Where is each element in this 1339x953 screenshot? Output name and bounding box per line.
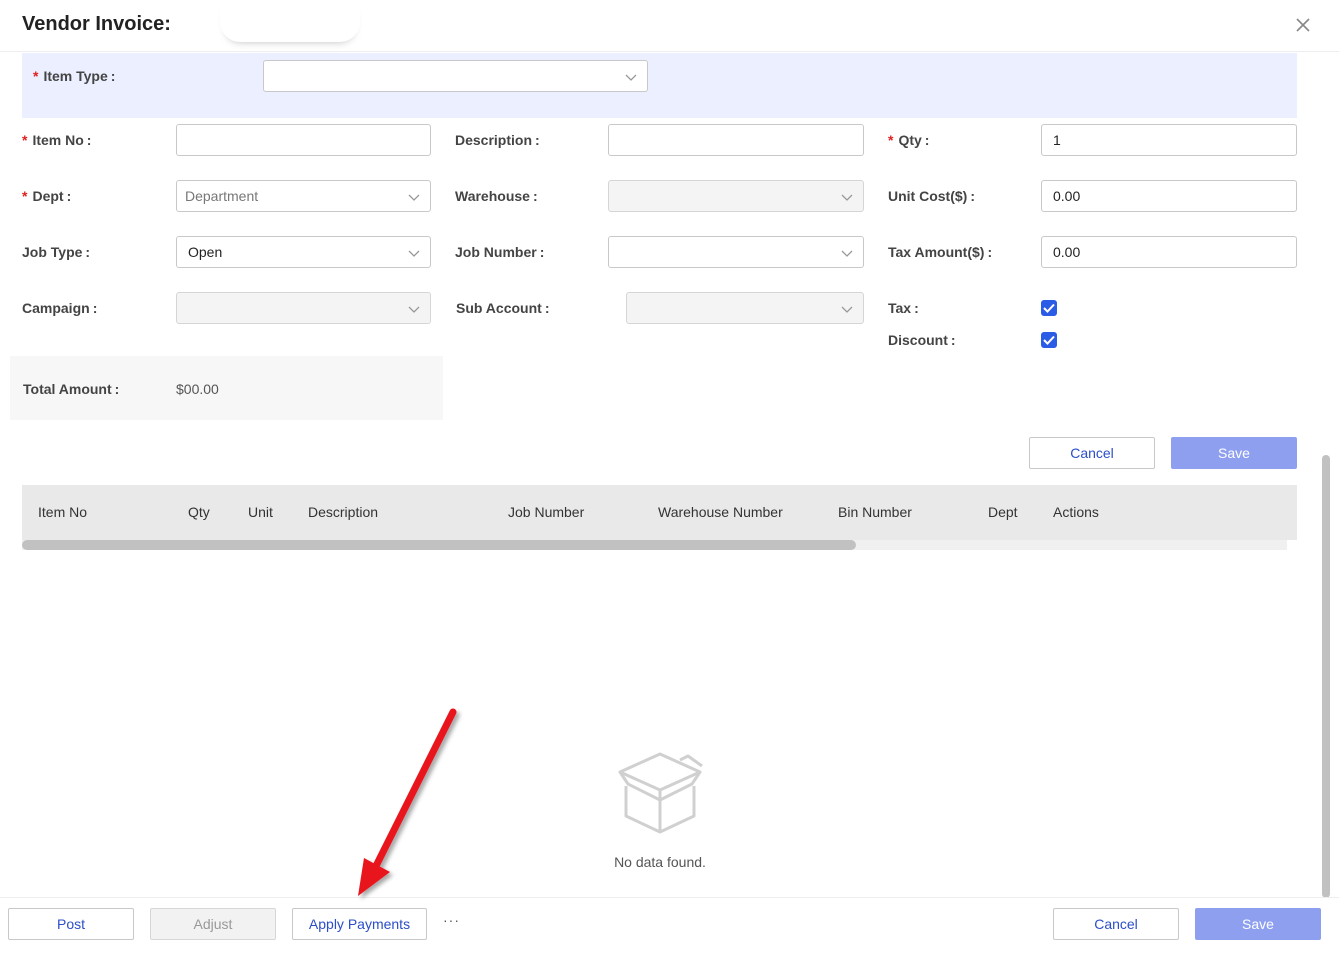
close-icon[interactable] bbox=[1292, 14, 1314, 36]
item-type-section bbox=[22, 53, 1297, 118]
campaign-label: Campaign: bbox=[22, 300, 98, 316]
chevron-down-icon bbox=[408, 250, 420, 257]
column-header[interactable]: Job Number bbox=[508, 504, 584, 520]
column-header[interactable]: Warehouse Number bbox=[658, 504, 783, 520]
tax-amount-label: Tax Amount($): bbox=[888, 244, 993, 260]
total-amount-value: $00.00 bbox=[176, 381, 219, 397]
tab-shadow bbox=[220, 0, 360, 42]
empty-box-icon bbox=[618, 752, 703, 834]
column-header[interactable]: Actions bbox=[1053, 504, 1099, 520]
qty-input[interactable]: 1 bbox=[1041, 124, 1297, 156]
unit-cost-label: Unit Cost($): bbox=[888, 188, 975, 204]
total-amount-label: Total Amount: bbox=[23, 381, 120, 397]
horizontal-scrollbar-thumb[interactable] bbox=[22, 540, 856, 550]
description-label: Description: bbox=[455, 132, 540, 148]
job-number-label: Job Number: bbox=[455, 244, 545, 260]
items-table-header: Item No Qty Unit Description Job Number … bbox=[22, 485, 1297, 540]
column-header[interactable]: Bin Number bbox=[838, 504, 912, 520]
item-no-label: * Item No: bbox=[22, 132, 92, 148]
tax-label: Tax: bbox=[888, 300, 919, 316]
qty-label: * Qty: bbox=[888, 132, 930, 148]
check-icon bbox=[1043, 303, 1055, 313]
vertical-scrollbar-thumb[interactable] bbox=[1322, 455, 1330, 898]
chevron-down-icon bbox=[408, 306, 420, 313]
job-number-select[interactable] bbox=[608, 236, 864, 268]
item-save-button[interactable]: Save bbox=[1171, 437, 1297, 469]
tax-checkbox[interactable] bbox=[1041, 300, 1057, 316]
job-type-select[interactable]: Open bbox=[176, 236, 431, 268]
sub-account-label: Sub Account: bbox=[456, 300, 550, 316]
check-icon bbox=[1043, 335, 1055, 345]
chevron-down-icon bbox=[841, 250, 853, 257]
dept-label: * Dept: bbox=[22, 188, 72, 204]
post-button[interactable]: Post bbox=[8, 908, 134, 940]
column-header[interactable]: Dept bbox=[988, 504, 1018, 520]
column-header[interactable]: Qty bbox=[188, 504, 210, 520]
unit-cost-input[interactable]: 0.00 bbox=[1041, 180, 1297, 212]
discount-label: Discount: bbox=[888, 332, 956, 348]
campaign-select[interactable] bbox=[176, 292, 431, 324]
dialog-title: Vendor Invoice: bbox=[22, 13, 171, 35]
item-cancel-button[interactable]: Cancel bbox=[1029, 437, 1155, 469]
warehouse-select[interactable] bbox=[608, 180, 864, 212]
empty-state-text: No data found. bbox=[614, 854, 706, 870]
column-header[interactable]: Unit bbox=[248, 504, 273, 520]
item-no-input[interactable] bbox=[176, 124, 431, 156]
dialog-header: Vendor Invoice: bbox=[0, 0, 1339, 52]
column-header[interactable]: Item No bbox=[38, 504, 87, 520]
apply-payments-button[interactable]: Apply Payments bbox=[292, 908, 427, 940]
warehouse-label: Warehouse: bbox=[455, 188, 538, 204]
adjust-button[interactable]: Adjust bbox=[150, 908, 276, 940]
chevron-down-icon bbox=[841, 306, 853, 313]
footer-save-button[interactable]: Save bbox=[1195, 908, 1321, 940]
discount-checkbox[interactable] bbox=[1041, 332, 1057, 348]
annotation-arrow-icon bbox=[358, 708, 457, 896]
job-type-label: Job Type: bbox=[22, 244, 91, 260]
column-header[interactable]: Description bbox=[308, 504, 378, 520]
item-type-select[interactable] bbox=[263, 60, 648, 92]
dept-select[interactable]: Department bbox=[176, 180, 431, 212]
chevron-down-icon bbox=[408, 194, 420, 201]
description-input[interactable] bbox=[608, 124, 864, 156]
footer-cancel-button[interactable]: Cancel bbox=[1053, 908, 1179, 940]
item-type-label: * Item Type: bbox=[33, 68, 116, 84]
chevron-down-icon bbox=[841, 194, 853, 201]
more-options-button[interactable]: ··· bbox=[443, 912, 460, 928]
tax-amount-input[interactable]: 0.00 bbox=[1041, 236, 1297, 268]
chevron-down-icon bbox=[625, 74, 637, 81]
sub-account-select[interactable] bbox=[626, 292, 864, 324]
